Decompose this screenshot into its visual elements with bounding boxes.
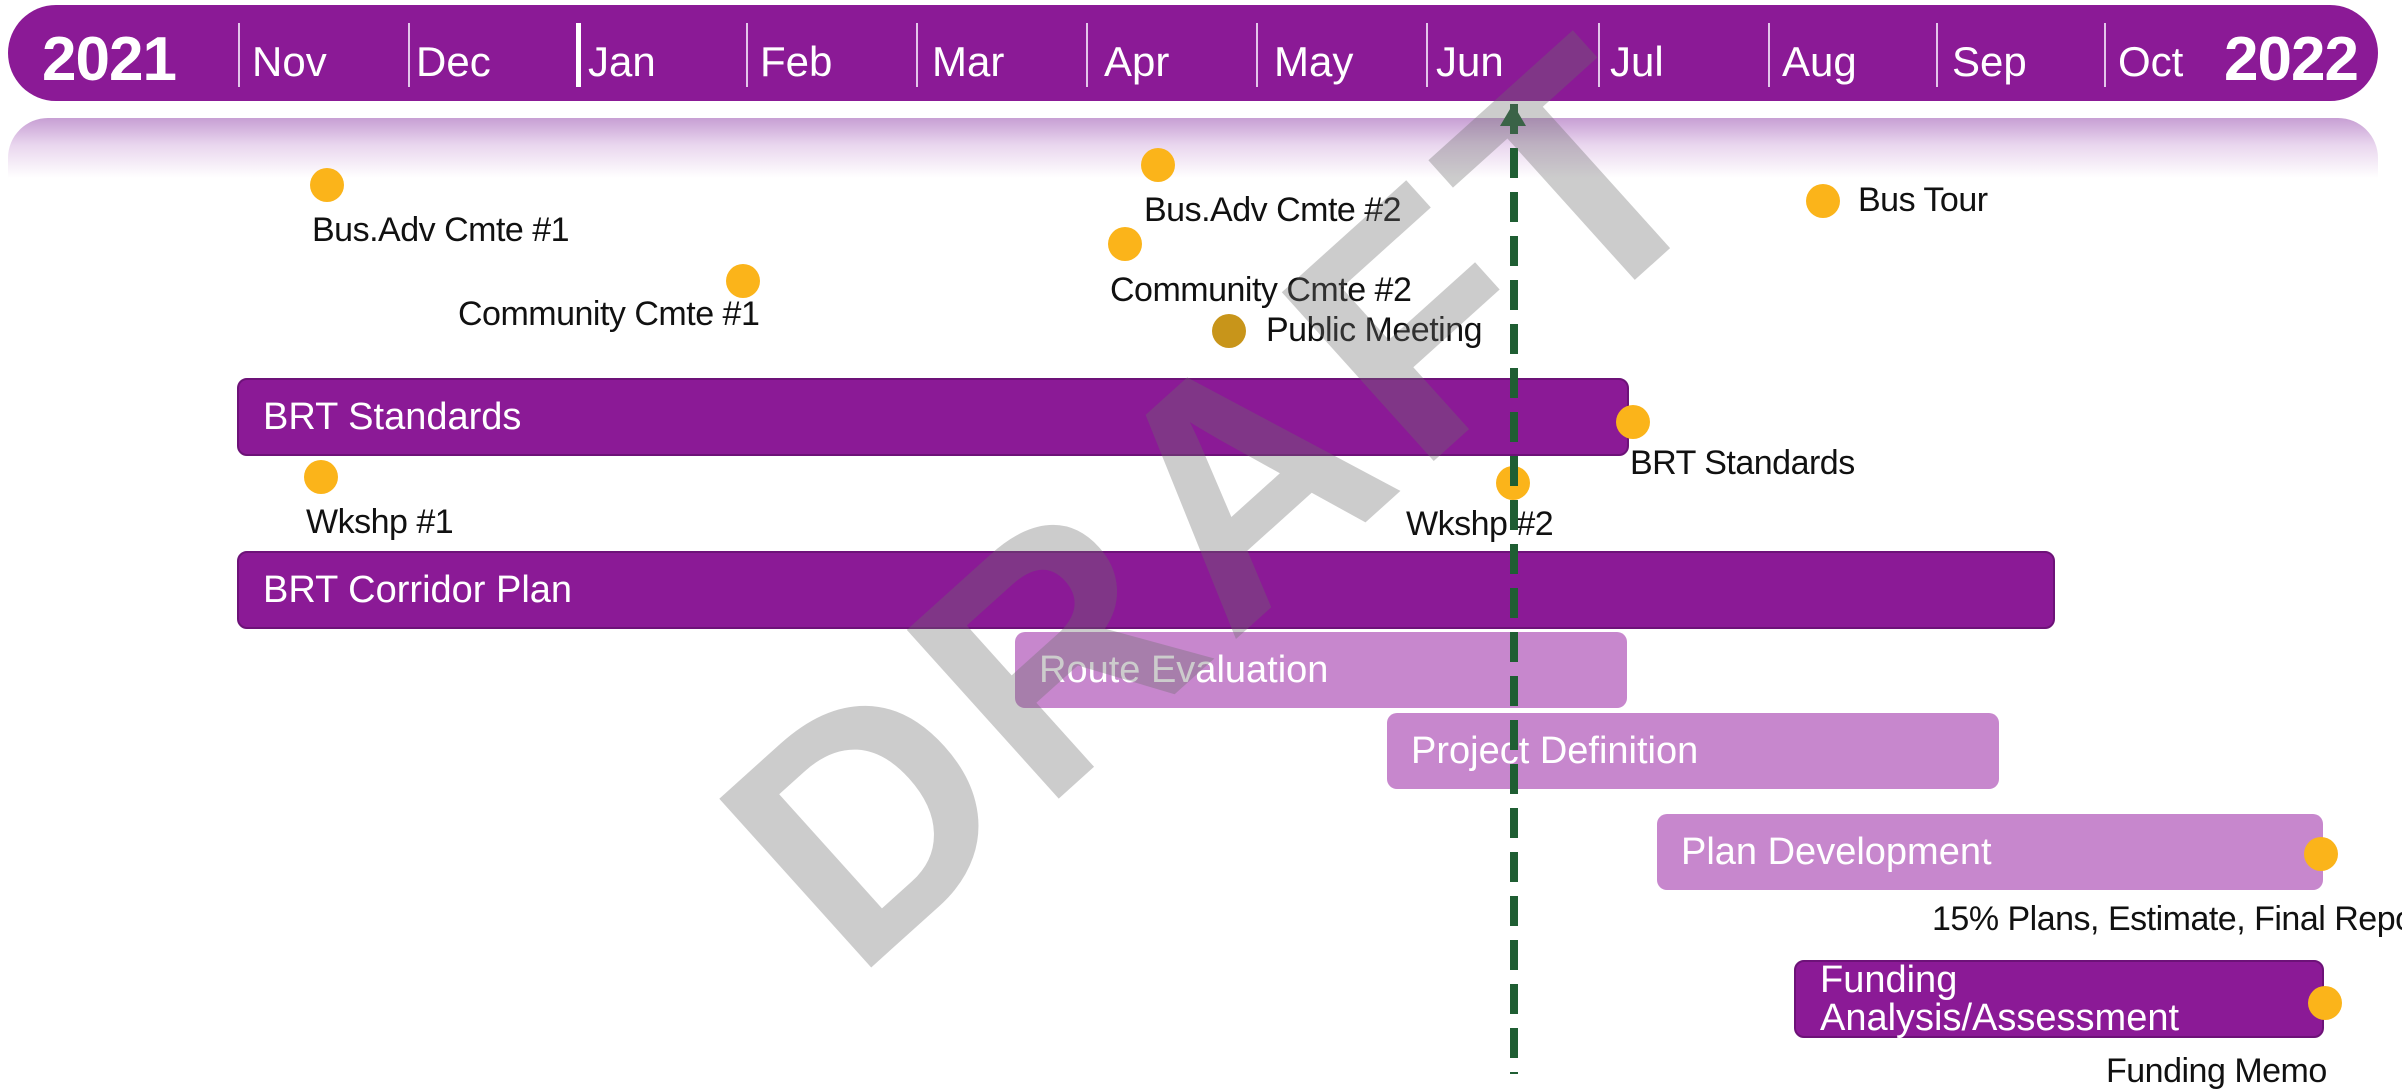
bar-plan-development: Plan Development: [1657, 814, 2323, 890]
milestone-dot: [2308, 986, 2342, 1020]
month-divider: [1426, 23, 1428, 87]
milestone-label: Public Meeting: [1266, 311, 1483, 349]
milestone-dot: [1212, 314, 1246, 348]
milestone-label: Wkshp #1: [306, 503, 454, 541]
milestone-label: BRT Standards: [1630, 444, 1855, 482]
month-jul: Jul: [1610, 38, 1664, 85]
month-divider: [1936, 23, 1938, 87]
bar-route-evaluation: Route Evaluation: [1015, 632, 1627, 708]
month-divider: [1598, 23, 1600, 87]
bar-label: Plan Development: [1681, 831, 1992, 873]
milestone-label: Community Cmte #1: [458, 295, 760, 333]
milestone-label: Wkshp #2: [1406, 505, 1554, 543]
bar-brt-corridor-plan: BRT Corridor Plan: [237, 551, 2055, 629]
month-mar: Mar: [932, 38, 1005, 85]
month-divider: [1768, 23, 1770, 87]
bar-label: BRT Corridor Plan: [263, 569, 573, 611]
milestone-label: Bus Tour: [1858, 181, 1988, 219]
milestone-dot: [1616, 405, 1650, 439]
milestone-dot: [304, 460, 338, 494]
month-sep: Sep: [1952, 38, 2027, 85]
header-shadow: [8, 118, 2378, 178]
year-divider: [576, 23, 581, 87]
milestone-label: Bus.Adv Cmte #2: [1144, 191, 1402, 229]
month-aug: Aug: [1782, 38, 1857, 85]
month-nov: Nov: [252, 38, 327, 85]
month-divider: [1256, 23, 1258, 87]
month-divider: [408, 23, 410, 87]
bar-brt-standards: BRT Standards: [237, 378, 1629, 456]
milestone-label: Funding Memo: [2106, 1052, 2327, 1090]
start-year: 2021: [42, 25, 177, 94]
month-oct: Oct: [2118, 38, 2184, 85]
month-may: May: [1274, 38, 1354, 85]
milestone-dot: [2304, 837, 2338, 871]
current-date-line: [1510, 104, 1518, 1074]
month-divider: [1086, 23, 1088, 87]
month-dec: Dec: [416, 38, 491, 85]
milestone-label: Bus.Adv Cmte #1: [312, 211, 570, 249]
bar-label: Project Definition: [1411, 730, 1699, 772]
milestone-label: Community Cmte #2: [1110, 271, 1412, 309]
milestone-dot: [1806, 184, 1840, 218]
end-year: 2022: [2224, 25, 2359, 94]
current-date-arrow-icon: [1500, 104, 1526, 126]
bar-label: BRT Standards: [263, 396, 522, 438]
month-feb: Feb: [760, 38, 833, 85]
month-jun: Jun: [1436, 38, 1504, 85]
milestone-dot: [1108, 227, 1142, 261]
milestone-label: 15% Plans, Estimate, Final Report: [1932, 900, 2402, 938]
month-divider: [916, 23, 918, 87]
milestone-dot: [726, 264, 760, 298]
bar-project-definition: Project Definition: [1387, 713, 1999, 789]
bar-label: Funding Analysis/Assessment: [1820, 959, 2180, 1039]
bar-label: Route Evaluation: [1039, 649, 1329, 691]
month-divider: [238, 23, 240, 87]
month-apr: Apr: [1104, 38, 1170, 85]
month-jan: Jan: [588, 38, 656, 85]
month-divider: [2104, 23, 2106, 87]
milestone-dot: [1141, 148, 1175, 182]
timeline-header: 2021 2022 Nov Dec Jan Feb Mar Apr May Ju…: [8, 5, 2378, 101]
bar-funding-analysis: Funding Analysis/Assessment: [1794, 960, 2324, 1038]
milestone-dot: [310, 168, 344, 202]
month-divider: [746, 23, 748, 87]
